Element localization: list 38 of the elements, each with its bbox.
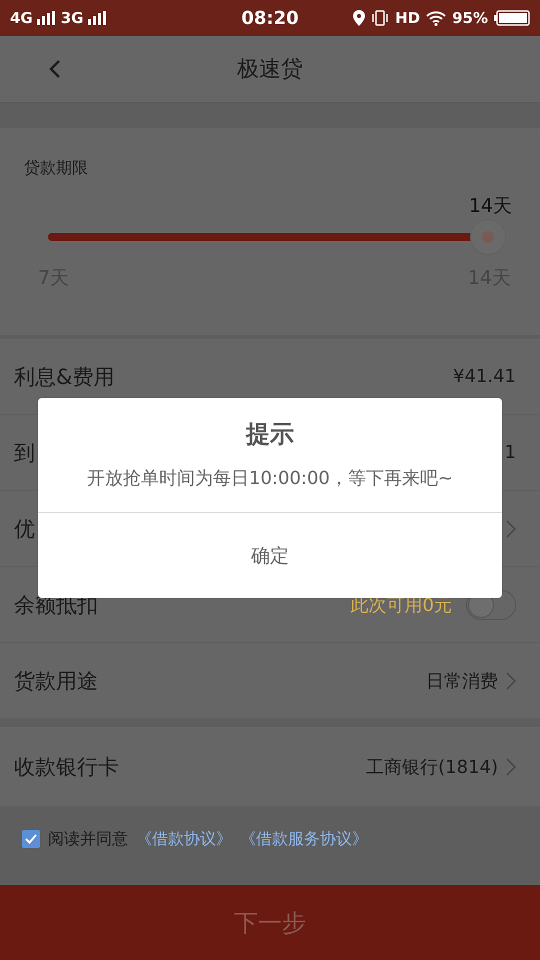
- row-value: 1: [504, 442, 516, 463]
- row-label: 货款用途: [14, 668, 99, 694]
- dialog-message: 开放抢单时间为每日10:00:00，等下再来吧~: [87, 467, 453, 490]
- battery-icon: [494, 10, 530, 26]
- term-label: 贷款期限: [24, 158, 89, 179]
- row-label: 收款银行卡: [14, 754, 120, 780]
- agree-checkbox[interactable]: [22, 830, 40, 848]
- network-label: 4G: [10, 9, 33, 27]
- row-value: 日常消费: [426, 670, 498, 692]
- chevron-right-icon: [506, 758, 516, 776]
- agreement-link[interactable]: 《借款服务协议》: [240, 828, 368, 850]
- signal-icon: [36, 11, 57, 25]
- chevron-right-icon: [506, 672, 516, 690]
- wifi-icon: [426, 10, 446, 26]
- term-slider[interactable]: [48, 219, 506, 255]
- checkmark-icon: [25, 834, 37, 844]
- location-pin-icon: [353, 10, 366, 26]
- row-label: 优: [14, 516, 36, 542]
- hd-label: HD: [395, 9, 420, 27]
- page-title: 极速贷: [237, 56, 303, 84]
- agreement-link[interactable]: 《借款协议》: [136, 828, 232, 850]
- vibrate-icon: [371, 10, 390, 26]
- row-label: 利息&费用: [14, 364, 116, 390]
- back-icon: [49, 59, 61, 79]
- term-value: 14天: [468, 194, 512, 219]
- agree-text: 阅读并同意: [48, 828, 128, 850]
- network-label: 3G: [60, 9, 84, 27]
- dialog-title: 提示: [246, 419, 294, 450]
- row-label: 到: [14, 440, 36, 466]
- battery-percent: 95%: [452, 9, 488, 27]
- next-button[interactable]: 下一步: [0, 885, 540, 960]
- slider-thumb[interactable]: [470, 219, 506, 255]
- signal-icon: [88, 11, 108, 25]
- row-value: ¥41.41: [453, 366, 516, 387]
- confirm-button[interactable]: 确定: [38, 513, 502, 598]
- chevron-right-icon: [506, 520, 516, 538]
- row-value: 工商银行(1814): [366, 756, 498, 778]
- status-time: 08:20: [241, 8, 299, 28]
